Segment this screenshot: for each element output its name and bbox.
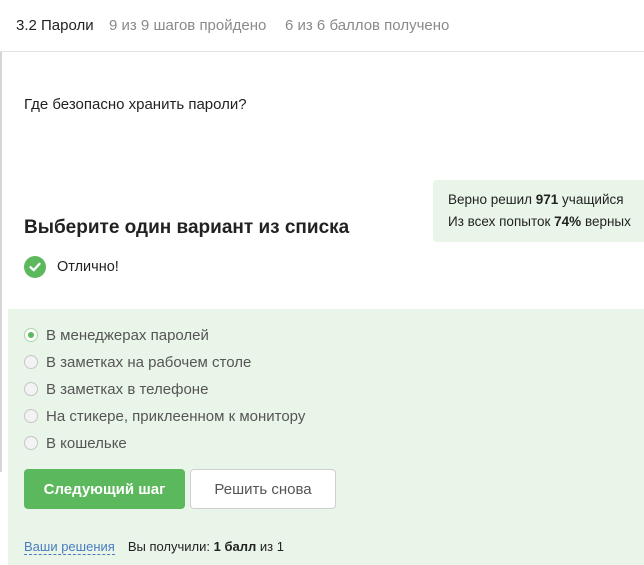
question-text: Где безопасно хранить пароли? (24, 96, 247, 113)
option-label: В заметках в телефоне (46, 380, 209, 398)
option-password-managers[interactable]: В менеджерах паролей (24, 325, 209, 345)
answers-panel: В менеджерах паролей В заметках на рабоч… (8, 309, 644, 565)
retry-button[interactable]: Решить снова (190, 469, 336, 509)
status-text: Отлично! (57, 259, 119, 275)
radio-button[interactable] (24, 409, 38, 423)
option-phone-notes[interactable]: В заметках в телефоне (24, 379, 208, 399)
option-label: На стикере, приклеенном к монитору (46, 407, 306, 425)
step-header: 3.2 Пароли 9 из 9 шагов пройдено 6 из 6 … (0, 0, 644, 52)
steps-progress: 9 из 9 шагов пройдено (109, 17, 267, 34)
option-wallet[interactable]: В кошельке (24, 433, 127, 453)
radio-button[interactable] (24, 436, 38, 450)
option-label: В кошельке (46, 434, 127, 452)
option-desktop-notes[interactable]: В заметках на рабочем столе (24, 352, 251, 372)
option-label: В заметках на рабочем столе (46, 353, 252, 371)
option-monitor-sticker[interactable]: На стикере, приклеенном к монитору (24, 406, 305, 426)
attempts-line: Из всех попыток 74% верных (448, 214, 631, 229)
check-circle-icon (24, 256, 46, 278)
received-prefix: Вы получили: (127, 539, 214, 554)
radio-button[interactable] (24, 328, 38, 342)
correct-percent: 74% (554, 214, 582, 229)
received-value: 1 балл (213, 539, 257, 554)
stats-panel: Верно решил 971 учащийся Из всех попыток… (433, 180, 644, 242)
radio-button[interactable] (24, 382, 38, 396)
task-title: Выберите один вариант из списка (24, 217, 350, 238)
solvers-line: Верно решил 971 учащийся (448, 192, 624, 207)
radio-button[interactable] (24, 355, 38, 369)
result-status: Отлично! (24, 256, 119, 278)
lesson-title[interactable]: 3.2 Пароли (16, 0, 94, 52)
option-label: В менеджерах паролей (46, 326, 209, 344)
received-suffix: из 1 (256, 539, 284, 554)
your-solutions-link[interactable]: Ваши решения (24, 539, 115, 555)
result-footer: Ваши решения Вы получили: 1 балл из 1 (24, 539, 284, 555)
solvers-count: 971 (535, 192, 559, 207)
points-progress: 6 из 6 баллов получено (285, 17, 450, 34)
left-divider (0, 52, 2, 472)
next-step-button[interactable]: Следующий шаг (24, 469, 185, 509)
